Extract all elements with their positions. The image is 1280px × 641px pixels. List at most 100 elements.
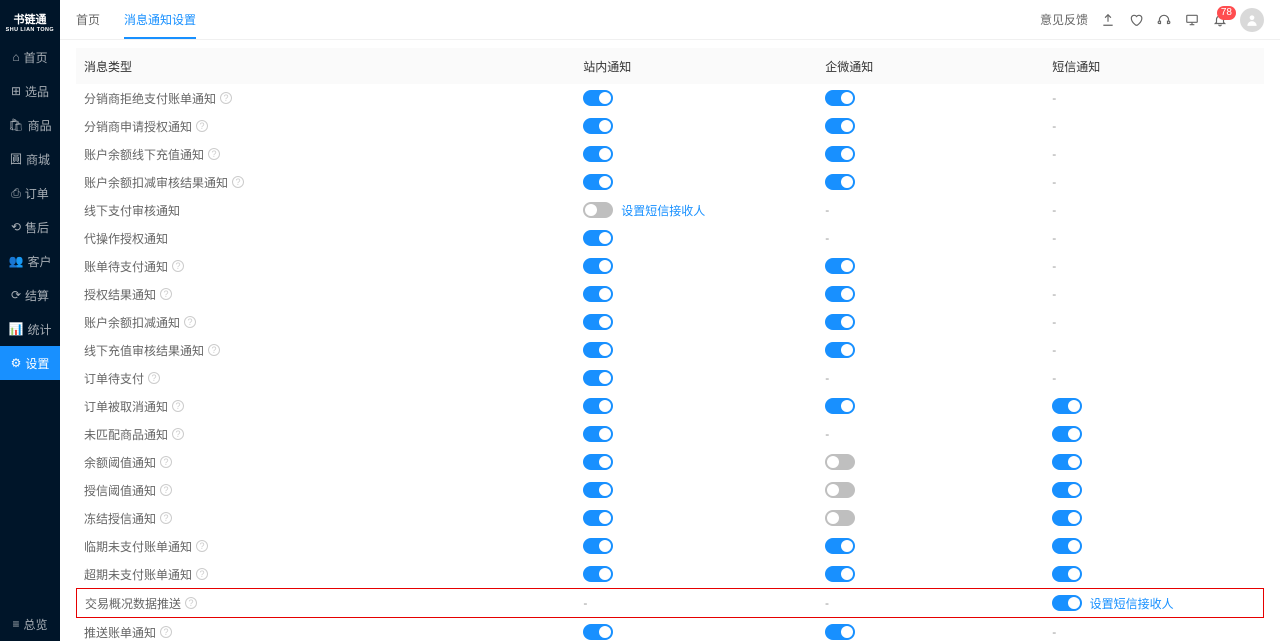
feedback-link[interactable]: 意见反馈 bbox=[1040, 11, 1088, 28]
sidebar-item-首页[interactable]: ⌂首页 bbox=[0, 40, 60, 74]
help-icon[interactable]: ? bbox=[148, 372, 160, 384]
upload-icon[interactable] bbox=[1100, 12, 1116, 28]
nav-icon: 🛍 bbox=[8, 119, 23, 131]
toggle-switch[interactable] bbox=[583, 538, 613, 554]
help-icon[interactable]: ? bbox=[196, 120, 208, 132]
toggle-switch[interactable] bbox=[825, 566, 855, 582]
help-icon[interactable]: ? bbox=[232, 176, 244, 188]
set-recipient-link[interactable]: 设置短信接收人 bbox=[621, 202, 705, 219]
help-icon[interactable]: ? bbox=[160, 456, 172, 468]
toggle-switch[interactable] bbox=[825, 342, 855, 358]
toggle-switch[interactable] bbox=[825, 258, 855, 274]
toggle-switch[interactable] bbox=[583, 370, 613, 386]
toggle-switch[interactable] bbox=[583, 426, 613, 442]
table-row: 账单待支付通知?- bbox=[76, 252, 1264, 280]
toggle-switch[interactable] bbox=[1052, 510, 1082, 526]
toggle-switch[interactable] bbox=[825, 538, 855, 554]
sidebar-item-设置[interactable]: ⚙设置 bbox=[0, 346, 60, 380]
help-icon[interactable]: ? bbox=[208, 148, 220, 160]
bell-icon[interactable]: 78 bbox=[1212, 12, 1228, 28]
avatar[interactable] bbox=[1240, 8, 1264, 32]
toggle-switch[interactable] bbox=[1052, 426, 1082, 442]
toggle-switch[interactable] bbox=[1052, 454, 1082, 470]
set-recipient-link[interactable]: 设置短信接收人 bbox=[1090, 595, 1174, 612]
toggle-switch[interactable] bbox=[825, 624, 855, 640]
toggle-switch[interactable] bbox=[583, 118, 613, 134]
sidebar-item-售后[interactable]: ⟲售后 bbox=[0, 210, 60, 244]
sidebar-item-选品[interactable]: ⊞选品 bbox=[0, 74, 60, 108]
toggle-switch[interactable] bbox=[583, 146, 613, 162]
toggle-switch[interactable] bbox=[825, 174, 855, 190]
toggle-switch[interactable] bbox=[583, 454, 613, 470]
toggle-switch[interactable] bbox=[583, 258, 613, 274]
notification-name: 冻结授信通知 bbox=[84, 510, 156, 527]
toggle-switch[interactable] bbox=[825, 454, 855, 470]
help-icon[interactable]: ? bbox=[196, 540, 208, 552]
toggle-switch[interactable] bbox=[825, 482, 855, 498]
sidebar-item-统计[interactable]: 📊统计 bbox=[0, 312, 60, 346]
toggle-switch[interactable] bbox=[1052, 595, 1082, 611]
help-icon[interactable]: ? bbox=[220, 92, 232, 104]
heart-icon[interactable] bbox=[1128, 12, 1144, 28]
help-icon[interactable]: ? bbox=[160, 288, 172, 300]
toggle-switch[interactable] bbox=[825, 286, 855, 302]
cell-empty: - bbox=[825, 203, 1052, 217]
toggle-switch[interactable] bbox=[583, 286, 613, 302]
toggle-switch[interactable] bbox=[1052, 566, 1082, 582]
toggle-switch[interactable] bbox=[1052, 398, 1082, 414]
toggle-switch[interactable] bbox=[825, 510, 855, 526]
toggle-switch[interactable] bbox=[825, 398, 855, 414]
toggle-switch[interactable] bbox=[825, 314, 855, 330]
help-icon[interactable]: ? bbox=[172, 428, 184, 440]
toggle-switch[interactable] bbox=[583, 510, 613, 526]
help-icon[interactable]: ? bbox=[160, 512, 172, 524]
monitor-icon[interactable] bbox=[1184, 12, 1200, 28]
col-header-type: 消息类型 bbox=[76, 58, 583, 75]
notification-name: 余额阈值通知 bbox=[84, 454, 156, 471]
help-icon[interactable]: ? bbox=[196, 568, 208, 580]
sidebar-item-客户[interactable]: 👥客户 bbox=[0, 244, 60, 278]
toggle-switch[interactable] bbox=[583, 482, 613, 498]
notification-name: 账户余额扣减审核结果通知 bbox=[84, 174, 228, 191]
sidebar-item-商城[interactable]: 圓商城 bbox=[0, 142, 60, 176]
toggle-switch[interactable] bbox=[583, 202, 613, 218]
toggle-switch[interactable] bbox=[583, 624, 613, 640]
help-icon[interactable]: ? bbox=[160, 626, 172, 638]
cell-toggle bbox=[825, 174, 1052, 190]
cell-toggle bbox=[583, 482, 825, 498]
toggle-switch[interactable] bbox=[825, 90, 855, 106]
sidebar-item-商品[interactable]: 🛍商品 bbox=[0, 108, 60, 142]
toggle-switch[interactable] bbox=[583, 566, 613, 582]
cell-toggle bbox=[825, 454, 1052, 470]
table-row: 冻结授信通知? bbox=[76, 504, 1264, 532]
cell-toggle bbox=[1052, 426, 1264, 442]
toggle-switch[interactable] bbox=[583, 342, 613, 358]
headset-icon[interactable] bbox=[1156, 12, 1172, 28]
sidebar-footer-overview[interactable]: ≡ 总览 bbox=[0, 607, 60, 641]
help-icon[interactable]: ? bbox=[184, 316, 196, 328]
sidebar-item-订单[interactable]: ⎙订单 bbox=[0, 176, 60, 210]
toggle-switch[interactable] bbox=[583, 398, 613, 414]
toggle-switch[interactable] bbox=[825, 146, 855, 162]
cell-toggle bbox=[583, 538, 825, 554]
toggle-switch[interactable] bbox=[583, 230, 613, 246]
help-icon[interactable]: ? bbox=[172, 400, 184, 412]
tab-首页[interactable]: 首页 bbox=[76, 0, 100, 39]
toggle-switch[interactable] bbox=[583, 314, 613, 330]
toggle-switch[interactable] bbox=[583, 90, 613, 106]
help-icon[interactable]: ? bbox=[172, 260, 184, 272]
col-header-site: 站内通知 bbox=[583, 58, 825, 75]
dash: - bbox=[825, 427, 829, 441]
cell-type: 分销商申请授权通知? bbox=[76, 118, 583, 135]
tab-消息通知设置[interactable]: 消息通知设置 bbox=[124, 0, 196, 39]
help-icon[interactable]: ? bbox=[160, 484, 172, 496]
toggle-switch[interactable] bbox=[1052, 482, 1082, 498]
toggle-switch[interactable] bbox=[583, 174, 613, 190]
cell-toggle bbox=[825, 146, 1052, 162]
toggle-switch[interactable] bbox=[1052, 538, 1082, 554]
help-icon[interactable]: ? bbox=[208, 344, 220, 356]
help-icon[interactable]: ? bbox=[185, 597, 197, 609]
toggle-switch[interactable] bbox=[825, 118, 855, 134]
sidebar-item-结算[interactable]: ⟳结算 bbox=[0, 278, 60, 312]
dash: - bbox=[1052, 343, 1056, 357]
